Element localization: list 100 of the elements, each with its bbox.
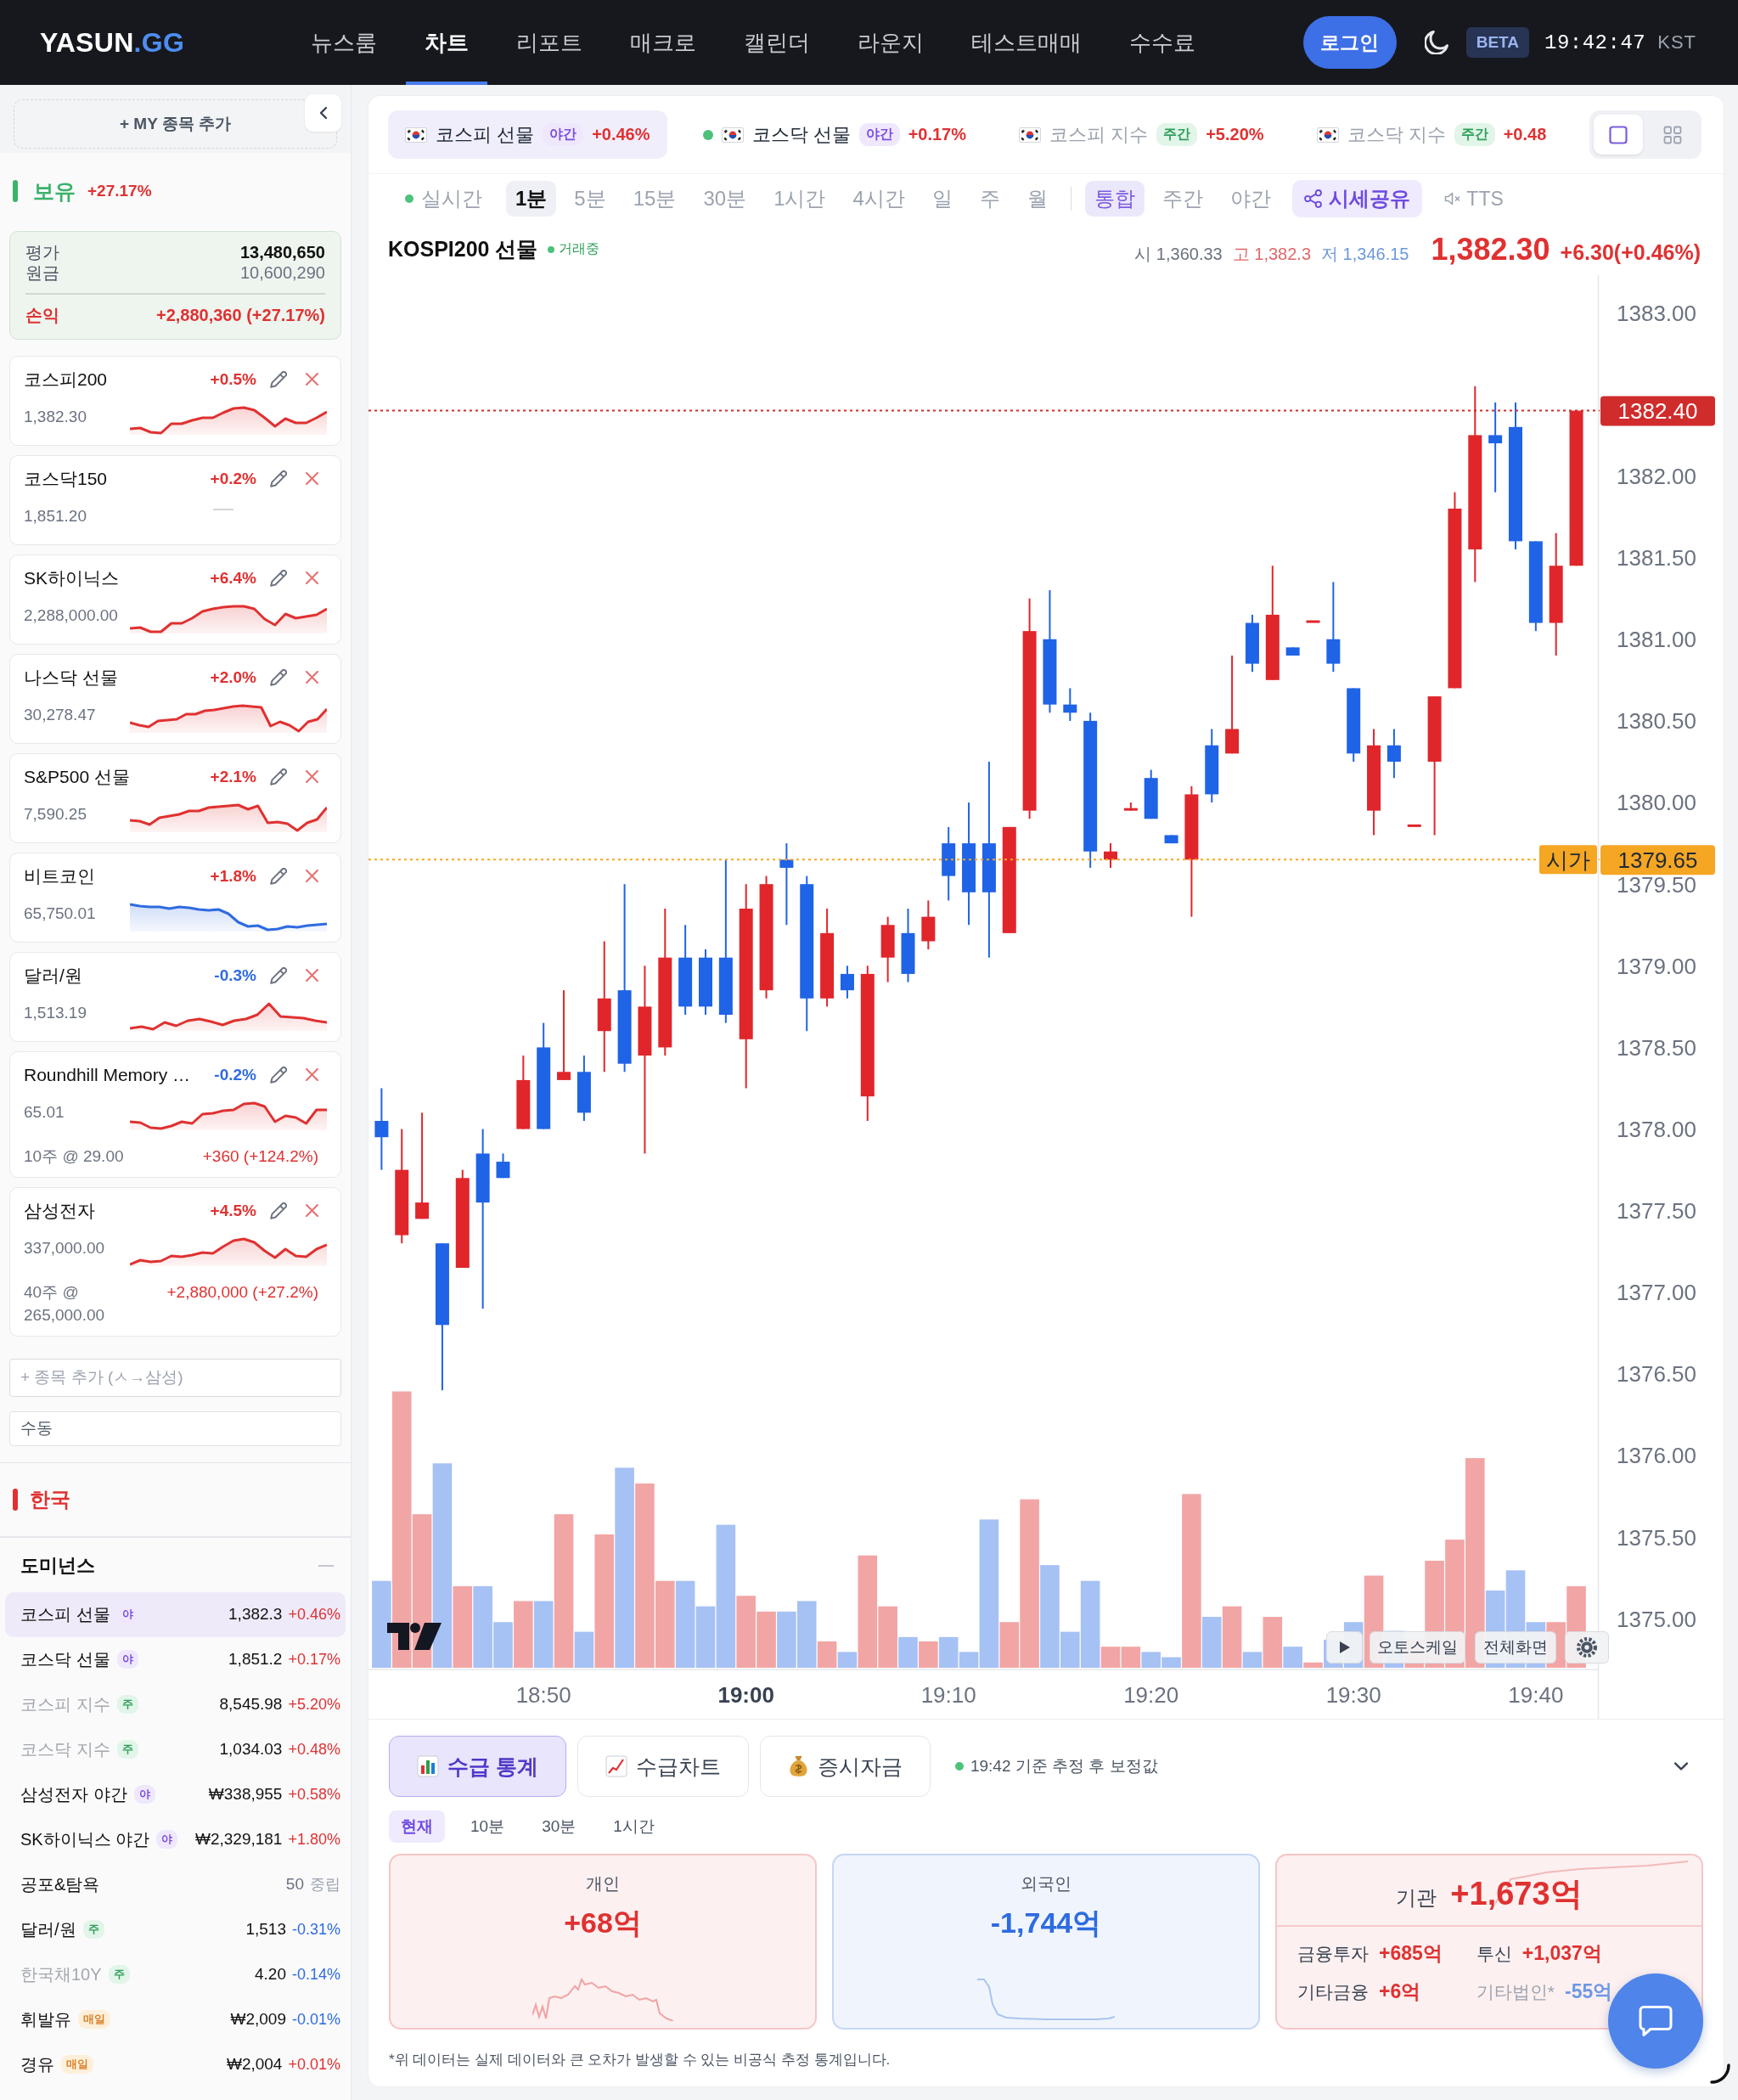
watchlist-card[interactable]: 코스닥150 +0.2% 1,851.20 <box>9 454 341 545</box>
flow-tab[interactable]: 수급차트 <box>577 1736 749 1797</box>
group-title[interactable]: 도미넌스 <box>20 1552 95 1579</box>
close-icon[interactable] <box>306 1068 318 1081</box>
change-value: +4.5% <box>210 1201 256 1220</box>
watchlist-card[interactable]: 코스피200 +0.5% 1,382.30 <box>9 355 341 446</box>
market-row[interactable]: 코스닥 선물 야 1,851.2 +0.17% <box>5 1636 346 1682</box>
range-tab[interactable]: 1시간 <box>601 1810 667 1843</box>
login-button[interactable]: 로그인 <box>1302 16 1397 69</box>
pencil-icon[interactable] <box>270 1202 287 1219</box>
range-tab[interactable]: 10분 <box>458 1810 517 1843</box>
market-row[interactable]: 공포&탐욕 50 중립 <box>5 1861 346 1907</box>
candle <box>1104 842 1117 869</box>
watchlist-card[interactable]: 삼성전자 +4.5% 337,000.00 40주 @ 265,000.00 +2,880,000 (+27.2%) <box>9 1186 341 1337</box>
watchlist-card[interactable]: Roundhill Memory … -0.2% 65.01 10주 @ 29.00 +360 (+124.2%) <box>9 1050 341 1178</box>
change-value: +1.8% <box>210 866 256 886</box>
session-badge: 주 <box>116 1740 138 1759</box>
corner-arc-icon <box>1710 2063 1730 2084</box>
pencil-icon[interactable] <box>270 569 287 587</box>
autoscale-button[interactable]: 오토스케일 <box>1370 1631 1465 1664</box>
stock-name: 나스닥 선물 <box>24 666 119 689</box>
nav-tab[interactable]: 뉴스룸 <box>292 0 396 85</box>
market-row[interactable]: SK하이닉스 야간 야 ₩2,329,181 +1.80% <box>5 1816 346 1862</box>
close-icon[interactable] <box>306 671 318 684</box>
pencil-icon[interactable] <box>270 1066 287 1084</box>
market-name: SK하이닉스 야간 <box>20 1828 150 1850</box>
change-value: +5.20% <box>288 1695 340 1714</box>
market-row[interactable]: 경유 매일 ₩2,004 +0.01% <box>5 2041 346 2087</box>
nav-tab[interactable]: 리포트 <box>498 0 601 85</box>
chat-icon <box>1639 2006 1673 2036</box>
ticker-tab[interactable]: 코스닥 선물 야간 +0.17% <box>685 110 984 159</box>
moon-icon[interactable] <box>1424 31 1448 54</box>
close-icon[interactable] <box>306 870 318 882</box>
pencil-icon[interactable] <box>270 470 287 487</box>
profit-value: +2,880,000 (+27.2%) <box>166 1281 318 1303</box>
watchlist-card[interactable]: 비트코인 +1.8% 65,750.01 <box>9 852 341 943</box>
beta-badge: BETA <box>1465 27 1529 58</box>
market-value: 1,382.3 <box>228 1605 283 1624</box>
nav-tab[interactable]: 매크로 <box>611 0 715 85</box>
watchlist-card[interactable]: 나스닥 선물 +2.0% 30,278.47 <box>9 653 341 744</box>
watchlist-card[interactable]: S&P500 선물 +2.1% 7,590.25 <box>9 752 341 843</box>
price-axis-label: 1375.50 <box>1617 1524 1696 1551</box>
close-icon[interactable] <box>306 1204 318 1217</box>
nav-tab[interactable]: 테스트매매 <box>953 0 1100 85</box>
line-chart-icon <box>605 1755 627 1777</box>
nav-tab[interactable]: 차트 <box>406 0 487 85</box>
price-value: 337,000.00 <box>24 1238 106 1258</box>
collapse-sidebar-button[interactable] <box>305 94 341 132</box>
flow-tab[interactable]: 증시자금 <box>759 1736 931 1797</box>
clock-time: 19:42:47 <box>1544 31 1646 54</box>
close-icon[interactable] <box>306 472 318 485</box>
market-row[interactable]: 달러/원 주 1,513 -0.31% <box>5 1906 346 1952</box>
time-axis-label: 19:20 <box>1123 1682 1179 1709</box>
close-icon[interactable] <box>306 969 318 982</box>
market-value: ₩338,955 <box>208 1785 283 1804</box>
pencil-icon[interactable] <box>270 768 287 785</box>
market-row[interactable]: 코스닥 지수 주 1,034.03 +0.48% <box>5 1726 346 1772</box>
pencil-icon[interactable] <box>270 966 287 984</box>
ticker-tab[interactable]: 코스피 지수 주간 +5.20% <box>1002 110 1281 159</box>
investor-value: -55억 <box>1565 1979 1613 2004</box>
pencil-icon[interactable] <box>270 370 287 388</box>
change-value: +0.17% <box>288 1650 340 1669</box>
range-tab[interactable]: 30분 <box>530 1810 588 1843</box>
ticker-tab[interactable]: 코스피 선물 야간 +0.46% <box>388 110 667 159</box>
holding-quantity: 40주 @ 265,000.00 <box>24 1281 106 1326</box>
close-icon[interactable] <box>306 373 318 386</box>
market-value: 1,034.03 <box>219 1740 283 1759</box>
fullscreen-button[interactable]: 전체화면 <box>1475 1631 1556 1664</box>
add-stock-field[interactable]: + 종목 추가 (ㅅ→삼성) <box>9 1358 341 1397</box>
price-axis-label: 1380.00 <box>1617 790 1696 816</box>
session-tab[interactable]: 통합 <box>1085 181 1145 217</box>
sort-field[interactable]: 수동 <box>9 1410 341 1446</box>
interval-tab[interactable]: 1분 <box>506 181 557 217</box>
single-layout-button[interactable] <box>1594 115 1643 155</box>
candle <box>1245 613 1259 673</box>
settings-button[interactable] <box>1565 1631 1609 1664</box>
market-value: 1,513 <box>245 1920 286 1939</box>
ticker-tab[interactable]: 코스닥 지수 주간 +0.48 <box>1299 110 1564 159</box>
market-row[interactable]: 삼성전자 야간 야 ₩338,955 +0.58% <box>5 1771 346 1817</box>
flow-tab[interactable]: 수급 통계 <box>389 1736 566 1797</box>
market-row[interactable]: 휘발유 매일 ₩2,009 -0.01% <box>5 1996 346 2042</box>
market-row[interactable]: 코스피 선물 야 1,382.3 +0.46% <box>5 1591 346 1637</box>
nav-tab[interactable]: 라운지 <box>839 0 942 85</box>
pencil-icon[interactable] <box>270 867 287 885</box>
watchlist-card[interactable]: SK하이닉스 +6.4% 2,288,000.00 <box>9 554 341 645</box>
play-button[interactable] <box>1326 1631 1363 1664</box>
close-icon[interactable] <box>306 571 318 584</box>
site-logo[interactable]: YASUN.GG <box>40 26 185 59</box>
market-row[interactable]: 한국채10Y 주 4.20 -0.14% <box>5 1951 346 1997</box>
pencil-icon[interactable] <box>270 668 287 686</box>
close-icon[interactable] <box>306 770 318 783</box>
watchlist-card[interactable]: 달러/원 -0.3% 1,513.19 <box>9 951 341 1042</box>
chevron-down-icon[interactable] <box>1674 1762 1688 1771</box>
nav-tab[interactable]: 수수료 <box>1111 0 1214 85</box>
range-tab[interactable]: 현재 <box>389 1810 445 1843</box>
market-row[interactable]: 코스피 지수 주 8,545.98 +5.20% <box>5 1681 346 1727</box>
nav-tab[interactable]: 캘린더 <box>725 0 829 85</box>
share-quote-button[interactable]: 시세공유 <box>1292 180 1423 217</box>
market-name: 코스닥 지수 <box>20 1738 110 1760</box>
market-name: 코스피 선물 <box>20 1603 110 1625</box>
